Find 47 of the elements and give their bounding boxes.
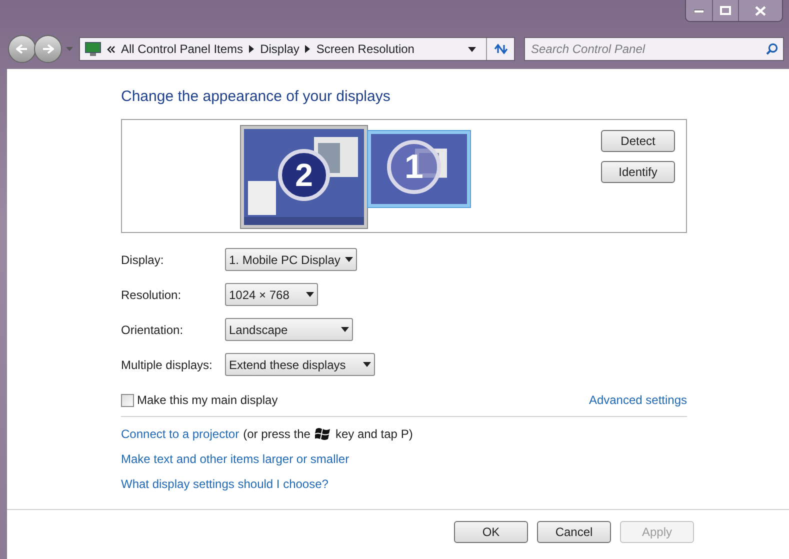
- panel-button[interactable]: Detect: [601, 130, 675, 152]
- caret-icon: [341, 327, 349, 332]
- caret-icon: [306, 292, 314, 297]
- breadcrumb[interactable]: Display: [260, 40, 300, 58]
- double-chevron-icon: [107, 46, 115, 52]
- setting-dropdown[interactable]: 1. Mobile PC Display: [225, 248, 357, 271]
- projector-hint: Connect to a projector (or press the key and tap P): [121, 425, 414, 443]
- windows-logo-icon: [315, 427, 330, 441]
- dialog-button[interactable]: Cancel: [537, 521, 611, 543]
- back-arrow-icon: [16, 44, 28, 54]
- page-heading: Change the appearance of your displays: [121, 88, 392, 106]
- panel-button[interactable]: Identify: [601, 161, 675, 183]
- dialog-button[interactable]: OK: [454, 521, 528, 543]
- setting-dropdown[interactable]: 1024 × 768: [225, 283, 318, 306]
- breadcrumb[interactable]: Screen Resolution: [316, 40, 414, 58]
- history-caret-icon: [66, 47, 73, 51]
- forward-button[interactable]: [34, 35, 62, 63]
- separator-arrow-icon: [305, 45, 310, 53]
- caret-icon: [363, 362, 371, 367]
- search-icon: [766, 43, 778, 55]
- setting-label: Multiple displays:: [121, 356, 214, 374]
- help-link[interactable]: Make text and other items larger or smaller: [121, 450, 350, 468]
- breadcrumb[interactable]: All Control Panel Items: [121, 40, 244, 58]
- monitor-icon: [85, 42, 101, 56]
- forward-arrow-icon: [42, 44, 54, 54]
- caret-icon: [345, 257, 353, 262]
- refresh-arrows-icon: [494, 43, 508, 55]
- main-display-checkbox[interactable]: [121, 394, 134, 406]
- separator-arrow-icon: [249, 45, 254, 53]
- setting-label: Display:: [121, 252, 165, 268]
- setting-dropdown[interactable]: Landscape: [225, 318, 353, 341]
- back-button[interactable]: [8, 35, 36, 63]
- address-bar[interactable]: All Control Panel Items Display Screen Resolution: [79, 37, 515, 61]
- monitor-tile[interactable]: 2: [241, 126, 367, 228]
- minimize-icon: [694, 8, 704, 12]
- help-link[interactable]: What display settings should I choose?: [121, 475, 328, 493]
- close-icon: [755, 6, 766, 16]
- setting-label: Resolution:: [121, 286, 182, 304]
- maximize-icon: [720, 6, 731, 15]
- projector-link[interactable]: Connect to a projector: [121, 425, 240, 443]
- advanced-settings-link[interactable]: Advanced settings: [588, 391, 687, 409]
- caret-icon: [468, 46, 476, 52]
- setting-label: Orientation:: [121, 322, 184, 338]
- monitor-tile[interactable]: 1: [368, 131, 470, 207]
- main-display-label: Make this my main display: [137, 392, 278, 409]
- setting-dropdown[interactable]: Extend these displays: [225, 353, 375, 376]
- search-field[interactable]: Search Control Panel: [524, 37, 784, 61]
